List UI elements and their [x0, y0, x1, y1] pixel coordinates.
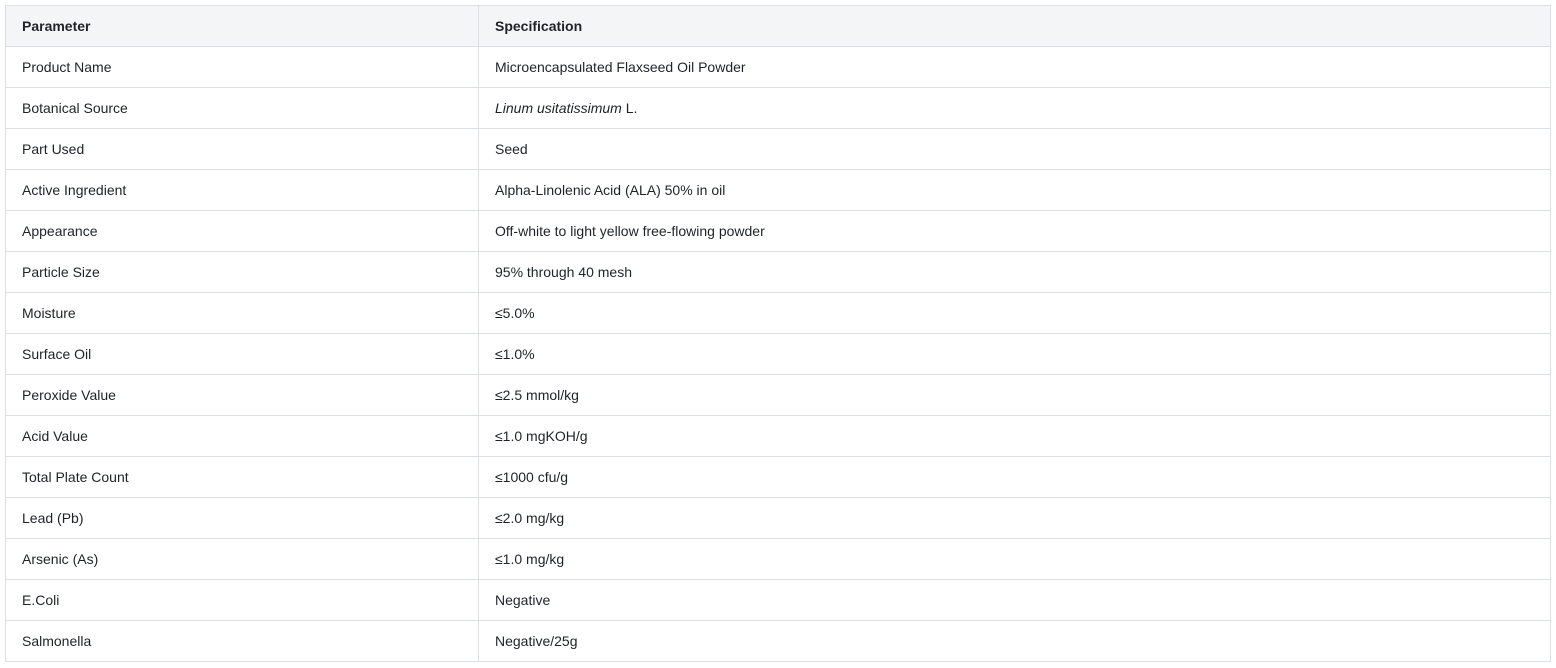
- table-row: Appearance Off-white to light yellow fre…: [5, 210, 1551, 252]
- specification-table: Parameter Specification Product Name Mic…: [5, 5, 1551, 662]
- table-row: Particle Size 95% through 40 mesh: [5, 251, 1551, 293]
- cell-parameter: Arsenic (As): [5, 538, 479, 580]
- cell-specification: Alpha-Linolenic Acid (ALA) 50% in oil: [478, 169, 1551, 211]
- cell-specification: Negative: [478, 579, 1551, 621]
- cell-specification: Seed: [478, 128, 1551, 170]
- cell-parameter: Active Ingredient: [5, 169, 479, 211]
- table-row: Salmonella Negative/25g: [5, 620, 1551, 662]
- cell-specification: ≤1.0 mgKOH/g: [478, 415, 1551, 457]
- table-row: Botanical Source Linum usitatissimum L.: [5, 87, 1551, 129]
- botanical-name: Linum usitatissimum: [495, 100, 622, 116]
- cell-parameter: Lead (Pb): [5, 497, 479, 539]
- header-parameter: Parameter: [5, 5, 479, 47]
- botanical-author: L.: [621, 100, 638, 116]
- table-row: Acid Value ≤1.0 mgKOH/g: [5, 415, 1551, 457]
- cell-specification: ≤1000 cfu/g: [478, 456, 1551, 498]
- cell-parameter: Botanical Source: [5, 87, 479, 129]
- cell-parameter: Peroxide Value: [5, 374, 479, 416]
- table-row: Arsenic (As) ≤1.0 mg/kg: [5, 538, 1551, 580]
- spec-table-container: Parameter Specification Product Name Mic…: [5, 5, 1551, 662]
- cell-parameter: E.Coli: [5, 579, 479, 621]
- cell-specification: Off-white to light yellow free-flowing p…: [478, 210, 1551, 252]
- cell-parameter: Part Used: [5, 128, 479, 170]
- cell-specification: ≤2.5 mmol/kg: [478, 374, 1551, 416]
- table-row: Lead (Pb) ≤2.0 mg/kg: [5, 497, 1551, 539]
- table-row: Active Ingredient Alpha-Linolenic Acid (…: [5, 169, 1551, 211]
- cell-specification: Linum usitatissimum L.: [478, 87, 1551, 129]
- cell-specification: Microencapsulated Flaxseed Oil Powder: [478, 46, 1551, 88]
- table-header-row: Parameter Specification: [5, 5, 1551, 47]
- cell-parameter: Salmonella: [5, 620, 479, 662]
- cell-parameter: Appearance: [5, 210, 479, 252]
- cell-parameter: Total Plate Count: [5, 456, 479, 498]
- header-specification: Specification: [478, 5, 1551, 47]
- cell-specification: Negative/25g: [478, 620, 1551, 662]
- table-row: Surface Oil ≤1.0%: [5, 333, 1551, 375]
- table-row: Total Plate Count ≤1000 cfu/g: [5, 456, 1551, 498]
- cell-parameter: Acid Value: [5, 415, 479, 457]
- cell-parameter: Surface Oil: [5, 333, 479, 375]
- cell-specification: ≤2.0 mg/kg: [478, 497, 1551, 539]
- cell-parameter: Moisture: [5, 292, 479, 334]
- table-row: Moisture ≤5.0%: [5, 292, 1551, 334]
- cell-parameter: Particle Size: [5, 251, 479, 293]
- table-row: Part Used Seed: [5, 128, 1551, 170]
- cell-specification: ≤5.0%: [478, 292, 1551, 334]
- table-row: Peroxide Value ≤2.5 mmol/kg: [5, 374, 1551, 416]
- table-row: Product Name Microencapsulated Flaxseed …: [5, 46, 1551, 88]
- cell-specification: ≤1.0 mg/kg: [478, 538, 1551, 580]
- cell-specification: ≤1.0%: [478, 333, 1551, 375]
- cell-parameter: Product Name: [5, 46, 479, 88]
- table-row: E.Coli Negative: [5, 579, 1551, 621]
- cell-specification: 95% through 40 mesh: [478, 251, 1551, 293]
